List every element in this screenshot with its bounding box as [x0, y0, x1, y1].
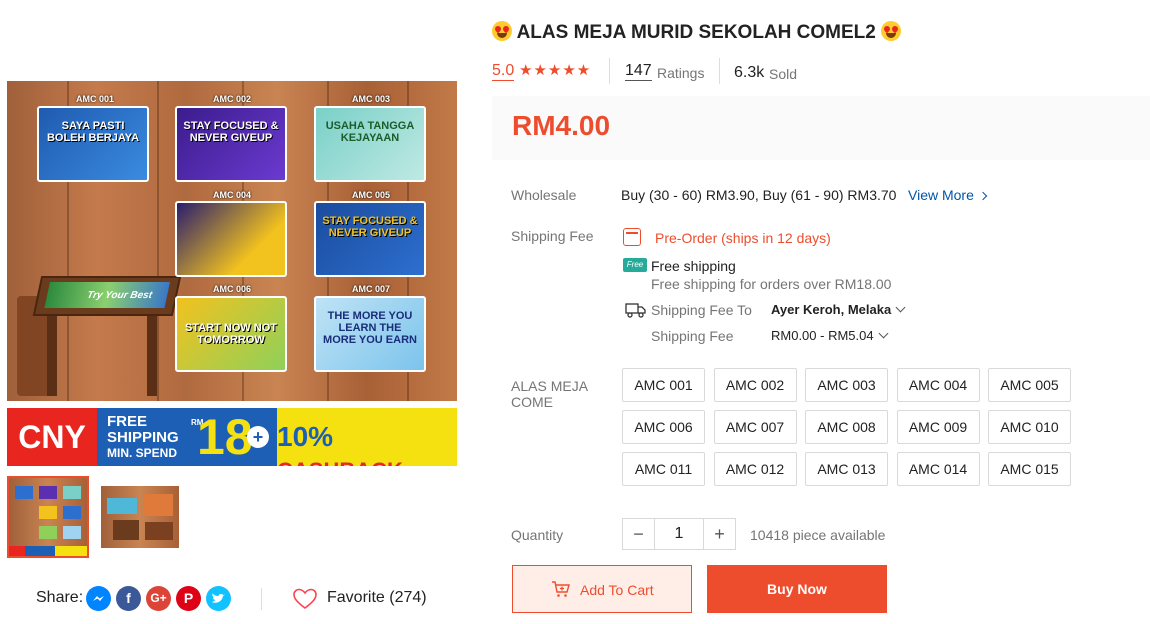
price-section: RM4.00	[492, 96, 1150, 160]
mat-preview-amc002: STAY FOCUSED & NEVER GIVEUP	[175, 106, 287, 182]
product-main-image[interactable]: Try Your Best AMC 001 SAYA PASTI BOLEH B…	[7, 81, 457, 401]
variation-option[interactable]: AMC 007	[713, 410, 797, 444]
cny-label: CNY	[7, 408, 97, 466]
variation-option[interactable]: AMC 006	[622, 410, 705, 444]
variation-option[interactable]: AMC 003	[805, 368, 888, 402]
quantity-stepper: − 1 +	[622, 518, 736, 550]
buy-now-button[interactable]: Buy Now	[707, 565, 887, 613]
google-plus-icon[interactable]: G+	[146, 586, 171, 611]
cart-icon	[552, 581, 570, 597]
sold-count: 6.3k	[734, 64, 765, 81]
free-shipping-condition: Free shipping for orders over RM18.00	[651, 276, 892, 292]
heart-icon[interactable]	[292, 587, 318, 611]
heart-eyes-emoji-icon	[881, 21, 902, 41]
cashback-label: 10% CASHBACK	[277, 421, 403, 466]
decrease-quantity-button[interactable]: −	[623, 519, 655, 549]
favorite-count[interactable]: Favorite (274)	[327, 589, 427, 607]
mat-code-label: AMC 002	[213, 94, 252, 104]
shipping-fee-dropdown[interactable]: RM0.00 - RM5.04	[771, 328, 889, 343]
wholesale-prices: Buy (30 - 60) RM3.90, Buy (61 - 90) RM3.…	[621, 187, 897, 203]
rating-score[interactable]: 5.0	[492, 62, 515, 81]
product-page: Try Your Best AMC 001 SAYA PASTI BOLEH B…	[0, 0, 1150, 624]
variation-option[interactable]: AMC 015	[988, 452, 1071, 486]
variation-option[interactable]: AMC 010	[988, 410, 1071, 444]
chevron-down-icon	[878, 328, 889, 339]
sold-label: Sold	[769, 66, 798, 82]
quantity-input[interactable]: 1	[655, 519, 703, 549]
pinterest-icon[interactable]: P	[176, 586, 201, 611]
mat-code-label: AMC 004	[213, 190, 252, 200]
shipping-destination-dropdown[interactable]: Ayer Keroh, Melaka	[771, 302, 906, 317]
view-more-link[interactable]: View More	[908, 187, 988, 203]
add-to-cart-button[interactable]: Add To Cart	[512, 565, 692, 613]
shipping-to-label: Shipping Fee To	[651, 302, 752, 318]
divider	[719, 58, 720, 84]
variation-option[interactable]: AMC 009	[896, 410, 980, 444]
min-spend-amount: 18	[197, 409, 253, 465]
truck-icon	[625, 303, 646, 318]
quantity-label: Quantity	[511, 527, 564, 543]
variation-option[interactable]: AMC 014	[896, 452, 980, 486]
preorder-notice: Pre-Order (ships in 12 days)	[655, 230, 831, 246]
mat-preview-amc007: THE MORE YOU LEARN THE MORE YOU EARN	[314, 296, 426, 372]
variation-option[interactable]: AMC 011	[622, 452, 705, 486]
ratings-label: Ratings	[657, 65, 705, 81]
variation-option[interactable]: AMC 012	[713, 452, 797, 486]
variation-option[interactable]: AMC 002	[713, 368, 797, 402]
calendar-icon	[623, 228, 641, 246]
variation-option[interactable]: AMC 013	[805, 452, 888, 486]
shipping-fee-label: Shipping Fee	[651, 328, 734, 344]
desk-mat-text: Try Your Best	[85, 290, 154, 301]
ratings-count[interactable]: 147	[625, 62, 652, 81]
stock-available: 10418 piece available	[750, 527, 886, 543]
desk-illustration: Try Your Best	[32, 276, 182, 316]
promo-banner: CNY FREE SHIPPING MIN. SPEND RM 18 + 10%…	[7, 408, 457, 466]
free-shipping-title: Free shipping	[651, 258, 736, 274]
product-price: RM4.00	[512, 110, 611, 141]
variation-option[interactable]: AMC 001	[622, 368, 705, 402]
chevron-right-icon	[978, 191, 988, 201]
variation-label: ALAS MEJA COME	[511, 378, 589, 410]
messenger-icon[interactable]	[86, 586, 111, 611]
twitter-icon[interactable]	[206, 586, 231, 611]
mat-code-label: AMC 006	[213, 284, 252, 294]
mat-preview-amc006: START NOW NOT TOMORROW	[175, 296, 287, 372]
variation-option[interactable]: AMC 005	[988, 368, 1071, 402]
mat-preview-amc003: USAHA TANGGA KEJAYAAN	[314, 106, 426, 182]
mat-code-label: AMC 003	[352, 94, 391, 104]
wholesale-label: Wholesale	[511, 187, 577, 203]
divider	[609, 58, 610, 84]
free-shipping-icon: Free	[623, 258, 647, 272]
facebook-icon[interactable]: f	[116, 586, 141, 611]
thumbnail-1[interactable]	[7, 476, 89, 558]
variation-option[interactable]: AMC 008	[805, 410, 888, 444]
heart-eyes-emoji-icon	[492, 21, 512, 41]
mat-code-label: AMC 001	[76, 94, 115, 104]
thumbnail-2[interactable]	[99, 476, 181, 558]
plus-icon: +	[247, 426, 269, 448]
mat-preview-amc001: SAYA PASTI BOLEH BERJAYA	[37, 106, 149, 182]
mat-code-label: AMC 007	[352, 284, 391, 294]
chevron-down-icon	[895, 302, 906, 313]
product-title: ALAS MEJA MURID SEKOLAH COMEL2	[492, 21, 902, 44]
rating-stars: ★★★★★	[519, 62, 592, 79]
variation-option[interactable]: AMC 004	[896, 368, 980, 402]
increase-quantity-button[interactable]: +	[703, 519, 735, 549]
divider	[261, 588, 262, 610]
shipping-fee-label: Shipping Fee	[511, 228, 594, 244]
mat-code-label: AMC 005	[352, 190, 391, 200]
mat-preview-amc004	[175, 201, 287, 277]
share-label: Share:	[36, 589, 84, 606]
mat-preview-amc005: STAY FOCUSED & NEVER GIVEUP	[314, 201, 426, 277]
